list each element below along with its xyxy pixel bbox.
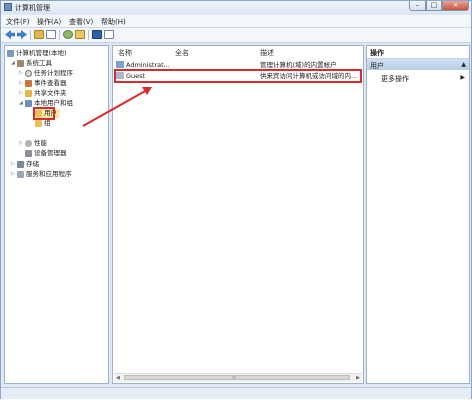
tree-item-device-manager[interactable]: 设备管理器 (25, 149, 67, 158)
column-header-fullname[interactable]: 全名 (175, 48, 189, 58)
forward-icon[interactable] (17, 30, 27, 39)
tree-item-performance[interactable]: ▷ 性能 (19, 139, 47, 148)
show-hide-tree-icon[interactable] (46, 30, 56, 39)
toolbar-separator (88, 30, 89, 40)
tree-item-computer-management[interactable]: 计算机管理(本地) (7, 49, 67, 58)
tools-icon (17, 60, 24, 67)
back-icon[interactable] (5, 30, 15, 39)
user-list-pane: 名称 全名 描述 Administrat... 管理计算机(域)的内置帐户 Gu… (112, 45, 364, 384)
tree-item-services-apps[interactable]: ▷ 服务和应用程序 (11, 170, 72, 179)
event-viewer-icon (25, 80, 32, 87)
users-icon (25, 100, 32, 107)
performance-icon (25, 140, 32, 147)
scroll-left-arrow-icon[interactable]: ◀ (116, 374, 120, 382)
computer-management-icon (4, 3, 12, 11)
collapse-section-icon[interactable]: ▲ (461, 61, 466, 68)
up-folder-icon[interactable] (34, 30, 44, 39)
computer-icon (7, 50, 14, 57)
export-list-icon[interactable] (75, 30, 85, 39)
users-highlight-box (33, 107, 55, 120)
scrollbar-grip-icon: ≡ (232, 375, 237, 381)
tree-item-system-tools[interactable]: ◢ 系统工具 (11, 59, 52, 68)
actions-pane: 操作 用户 ▲ 更多操作 ▶ (366, 45, 470, 384)
guest-highlight-box (114, 69, 362, 83)
toolbar-separator (59, 30, 60, 40)
help-icon[interactable] (92, 30, 102, 39)
computer-management-window: 计算机管理 – □ × 文件(F) 操作(A) 查看(V) 帮助(H) 计算机管… (0, 0, 472, 399)
tree-item-shared-folders[interactable]: ▷ 共享文件夹 (19, 89, 67, 98)
toolbar (1, 28, 471, 43)
refresh-icon[interactable] (63, 30, 73, 39)
menu-view[interactable]: 查看(V) (69, 17, 93, 27)
navigation-tree: 计算机管理(本地) ◢ 系统工具 ▷ 任务计划程序 ▷ 事件查看器 ▷ 共享文件夹 ◢ 本… (4, 45, 109, 384)
submenu-arrow-icon[interactable]: ▶ (460, 74, 465, 81)
scrollbar-thumb[interactable] (124, 375, 350, 380)
tree-item-storage[interactable]: ▷ 存储 (11, 160, 39, 169)
shared-folder-icon (25, 90, 32, 97)
status-bar (1, 387, 471, 399)
column-header-name[interactable]: 名称 (118, 48, 132, 58)
window-controls: – □ × (409, 1, 469, 12)
scroll-right-arrow-icon[interactable]: ▶ (356, 374, 360, 382)
folder-icon (35, 120, 42, 127)
column-header-description[interactable]: 描述 (260, 48, 274, 58)
more-actions-link[interactable]: 更多操作 (381, 74, 409, 84)
menu-help[interactable]: 帮助(H) (101, 17, 126, 27)
actions-section-users[interactable]: 用户 ▲ (367, 59, 469, 70)
properties-icon[interactable] (104, 30, 114, 39)
tree-item-groups[interactable]: 组 (35, 119, 51, 128)
title-bar: 计算机管理 – □ × (1, 1, 471, 14)
menu-action[interactable]: 操作(A) (37, 17, 61, 27)
horizontal-scrollbar[interactable]: ◀ ≡ ▶ (114, 373, 362, 382)
actions-header: 操作 (367, 46, 469, 59)
device-manager-icon (25, 150, 32, 157)
storage-icon (17, 161, 24, 168)
minimize-button[interactable]: – (409, 1, 426, 11)
menu-bar: 文件(F) 操作(A) 查看(V) 帮助(H) (1, 15, 471, 28)
services-icon (17, 171, 24, 178)
window-title: 计算机管理 (15, 4, 50, 12)
tree-item-event-viewer[interactable]: ▷ 事件查看器 (19, 79, 67, 88)
clock-icon (25, 70, 32, 77)
maximize-button[interactable]: □ (426, 1, 442, 11)
toolbar-separator (30, 30, 31, 40)
close-button[interactable]: × (442, 1, 469, 11)
user-icon (116, 61, 124, 68)
menu-file[interactable]: 文件(F) (6, 17, 30, 27)
tree-item-task-scheduler[interactable]: ▷ 任务计划程序 (19, 69, 73, 78)
